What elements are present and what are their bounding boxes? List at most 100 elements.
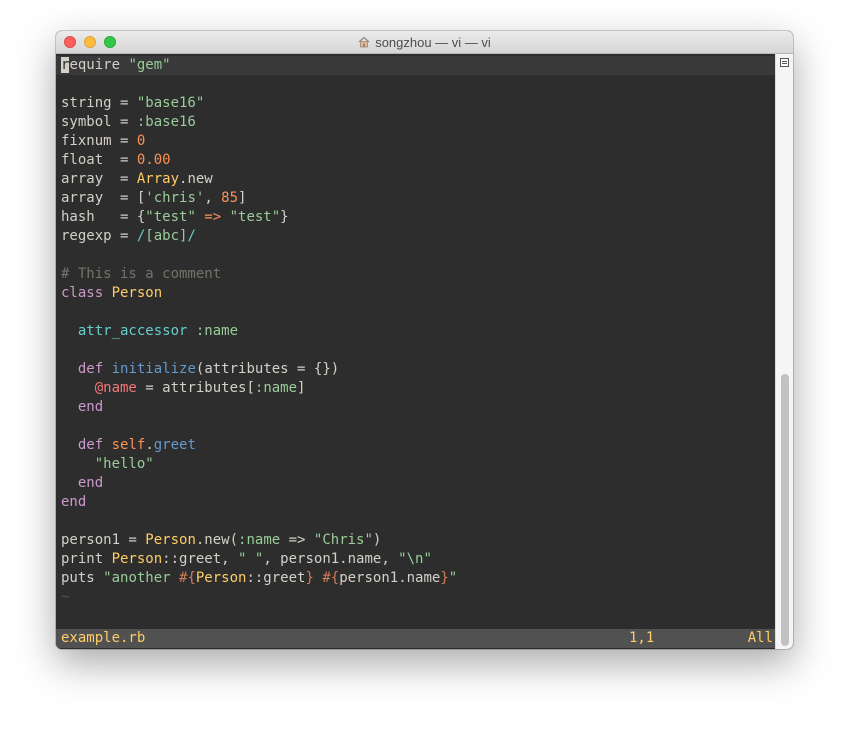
code-line[interactable]: attr_accessor :name	[61, 322, 775, 341]
code-line[interactable]: array = ['chris', 85]	[61, 189, 775, 208]
code-line[interactable]: class Person	[61, 284, 775, 303]
vertical-scrollbar[interactable]	[775, 54, 793, 649]
code-token: )	[372, 532, 382, 548]
status-cursor-position: 1,1	[629, 630, 655, 646]
code-token: /	[187, 228, 196, 244]
code-token: Array	[136, 171, 180, 187]
code-line[interactable]: "hello"	[61, 455, 775, 474]
code-token: "test"	[229, 209, 281, 225]
code-line[interactable]	[61, 75, 775, 94]
code-line[interactable]: symbol = :base16	[61, 113, 775, 132]
code-line[interactable]: @name = attributes[:name]	[61, 379, 775, 398]
code-token: def	[77, 361, 104, 377]
code-token: hash = {	[61, 209, 146, 225]
code-token: initialize	[111, 361, 196, 377]
code-token: 'chris'	[145, 190, 205, 206]
code-token: #{	[179, 570, 196, 586]
code-token: "base16"	[136, 95, 205, 111]
code-token: 85	[221, 190, 239, 206]
code-line[interactable]: end	[61, 398, 775, 417]
code-token: Person	[145, 532, 196, 548]
code-token: print	[61, 551, 112, 567]
code-line[interactable]	[61, 303, 775, 322]
code-token: 0.00	[136, 152, 171, 168]
code-token: "gem"	[128, 57, 171, 73]
code-line[interactable]: ~	[61, 588, 775, 607]
scrollbar-thumb[interactable]	[781, 374, 789, 646]
vim-editor[interactable]: require "gem" string = "base16" symbol = …	[56, 54, 775, 649]
code-line[interactable]: fixnum = 0	[61, 132, 775, 151]
code-token: Person	[195, 570, 247, 586]
code-line[interactable]: end	[61, 474, 775, 493]
code-line[interactable]: def self.greet	[61, 436, 775, 455]
home-folder-icon	[358, 36, 370, 48]
code-line[interactable]: end	[61, 493, 775, 512]
status-filename: example.rb	[61, 630, 146, 646]
code-token: .new	[179, 171, 213, 187]
title-bar[interactable]: songzhou — vi — vi	[56, 31, 793, 54]
code-line[interactable]: hash = {"test" => "test"}	[61, 208, 775, 227]
code-line[interactable]: regexp = /[abc]/	[61, 227, 775, 246]
code-token: Person	[111, 551, 163, 567]
code-token: }	[280, 209, 289, 225]
code-line[interactable]: puts "another #{Person::greet} #{person1…	[61, 569, 775, 588]
code-line[interactable]: person1 = Person.new(:name => "Chris")	[61, 531, 775, 550]
code-line[interactable]	[61, 512, 775, 531]
code-line[interactable]	[61, 417, 775, 436]
code-token: Person	[111, 285, 163, 301]
window-title-text: songzhou — vi — vi	[375, 34, 491, 50]
code-line[interactable]: float = 0.00	[61, 151, 775, 170]
code-buffer[interactable]: require "gem" string = "base16" symbol = …	[56, 56, 775, 607]
code-token: =>	[280, 532, 314, 548]
code-token: end	[77, 475, 104, 491]
code-line[interactable]: string = "base16"	[61, 94, 775, 113]
code-token: ]	[297, 380, 306, 396]
terminal-window: songzhou — vi — vi require "gem" string …	[56, 31, 793, 649]
code-line[interactable]	[61, 341, 775, 360]
code-line[interactable]: print Person::greet, " ", person1.name, …	[61, 550, 775, 569]
code-token: equire	[69, 57, 129, 73]
code-token: #{	[322, 570, 340, 586]
code-token: ~	[61, 589, 70, 605]
code-token: person1 =	[61, 532, 146, 548]
code-token: person1.name	[339, 570, 441, 586]
code-token: float =	[61, 152, 137, 168]
code-token: .	[145, 437, 154, 453]
code-token: self	[111, 437, 146, 453]
code-token: fixnum =	[61, 133, 137, 149]
code-token: (attributes = {})	[195, 361, 340, 377]
code-line[interactable]: require "gem"	[56, 56, 775, 75]
code-line[interactable]: def initialize(attributes = {})	[61, 360, 775, 379]
code-token: 0	[136, 133, 146, 149]
code-token: "hello"	[94, 456, 154, 472]
split-icon[interactable]	[780, 58, 789, 67]
code-token: regexp =	[61, 228, 137, 244]
code-line[interactable]: # This is a comment	[61, 265, 775, 284]
code-token: # This is a comment	[61, 266, 222, 282]
code-line[interactable]: array = Array.new	[61, 170, 775, 189]
code-token: ,	[204, 190, 222, 206]
code-token: @name	[94, 380, 137, 396]
code-token: .new(	[195, 532, 239, 548]
status-scroll-indicator: All	[747, 630, 773, 646]
code-token: def	[77, 437, 104, 453]
code-token: :name	[195, 323, 239, 339]
code-token: "another	[103, 570, 180, 586]
code-token: end	[77, 399, 104, 415]
code-token: "test"	[145, 209, 196, 225]
code-token: }	[440, 570, 449, 586]
code-token: :name	[238, 532, 281, 548]
code-token: array = [	[61, 190, 146, 206]
code-token: ::greet	[246, 570, 306, 586]
code-token: symbol =	[61, 114, 137, 130]
code-token: , person1.name,	[263, 551, 399, 567]
code-line[interactable]	[61, 246, 775, 265]
code-token: end	[61, 494, 87, 510]
